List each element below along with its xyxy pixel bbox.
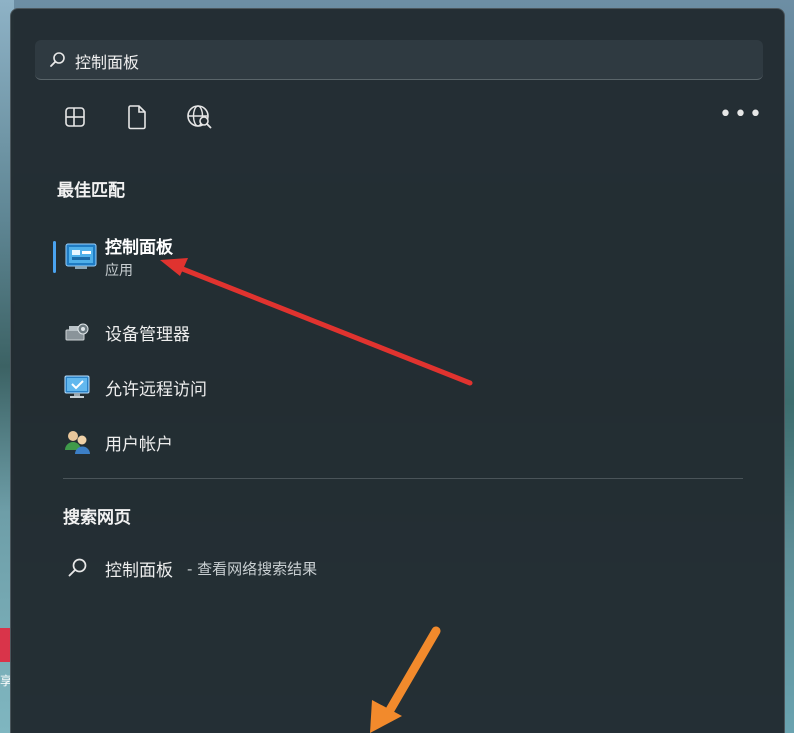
search-input[interactable]: 控制面板: [35, 40, 763, 80]
result-label: 设备管理器: [105, 325, 190, 345]
filter-documents-button[interactable]: [121, 101, 153, 133]
search-icon: [50, 52, 65, 67]
filter-web-button[interactable]: [183, 101, 215, 133]
device-manager-icon: [65, 323, 89, 341]
control-panel-icon: [65, 243, 97, 269]
more-options-button[interactable]: •••: [719, 101, 762, 133]
web-search-query: 控制面板: [105, 561, 173, 581]
search-icon: [68, 558, 87, 577]
result-item-remote-access[interactable]: 允许远程访问: [63, 369, 463, 405]
web-search-icon: [187, 105, 212, 129]
search-query-text: 控制面板: [75, 53, 140, 72]
apps-icon: [65, 107, 85, 127]
web-search-suffix: - 查看网络搜索结果: [187, 560, 318, 578]
filter-apps-button[interactable]: [59, 101, 91, 133]
best-match-name: 控制面板: [105, 238, 173, 258]
search-filter-bar: •••: [59, 101, 762, 135]
best-match-item-control-panel[interactable]: 控制面板 应用: [53, 231, 433, 283]
result-label: 用户帐户: [105, 435, 173, 455]
selection-indicator: [53, 241, 56, 273]
remote-access-icon: [64, 375, 90, 398]
user-accounts-icon: [65, 431, 90, 454]
document-icon: [128, 105, 146, 130]
result-label: 允许远程访问: [105, 380, 207, 400]
best-match-heading: 最佳匹配: [57, 181, 125, 201]
web-search-heading: 搜索网页: [63, 508, 131, 528]
web-search-result[interactable]: 控制面板 - 查看网络搜索结果: [67, 553, 567, 583]
best-match-type: 应用: [105, 263, 133, 279]
result-item-user-accounts[interactable]: 用户帐户: [63, 424, 463, 460]
start-search-panel: 控制面板 ••• 最佳匹配 控制面板 应用 设备管理器 允许远程访问 用户帐户 …: [10, 8, 785, 733]
section-divider: [63, 478, 743, 479]
result-item-device-manager[interactable]: 设备管理器: [63, 314, 463, 350]
